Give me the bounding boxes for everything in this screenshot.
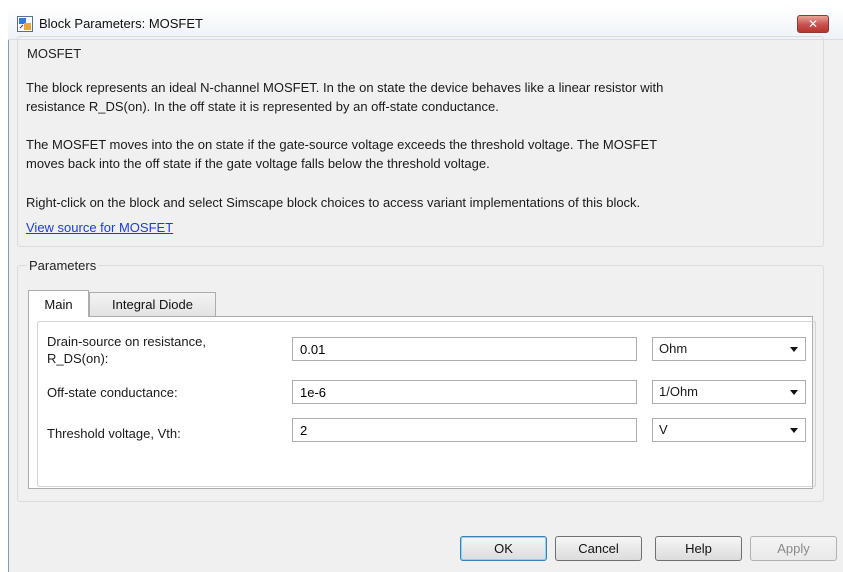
unit-value: Ohm (659, 341, 688, 356)
threshold-voltage-unit-select[interactable]: V (652, 418, 806, 442)
description-line: resistance R_DS(on). In the off state it… (26, 99, 499, 114)
apply-button[interactable]: Apply (750, 536, 837, 561)
threshold-voltage-input[interactable] (292, 418, 637, 442)
close-button[interactable]: ✕ (797, 15, 829, 33)
view-source-link[interactable]: View source for MOSFET (26, 220, 173, 235)
tab-integral-diode[interactable]: Integral Diode (89, 292, 216, 317)
chevron-down-icon (790, 428, 798, 433)
description-paragraph-3: Right-click on the block and select Sims… (26, 195, 641, 210)
description-line: The block represents an ideal N-channel … (26, 80, 664, 95)
help-button[interactable]: Help (655, 536, 742, 561)
ok-button[interactable]: OK (460, 536, 547, 561)
drain-source-resistance-input[interactable] (292, 337, 637, 361)
description-group-title: MOSFET (27, 46, 82, 61)
cancel-button[interactable]: Cancel (555, 536, 642, 561)
simulink-block-icon (17, 16, 33, 32)
unit-value: 1/Ohm (659, 384, 699, 399)
unit-value: V (659, 422, 668, 437)
label-line: Drain-source on resistance, (47, 334, 206, 349)
threshold-voltage-label: Threshold voltage, Vth: (47, 426, 181, 441)
parameters-group-title: Parameters (27, 258, 99, 273)
close-icon: ✕ (807, 17, 819, 31)
description-paragraph-1: The block represents an ideal N-channel … (26, 78, 816, 116)
off-state-conductance-input[interactable] (292, 380, 637, 404)
drain-source-resistance-unit-select[interactable]: Ohm (652, 337, 806, 361)
off-state-conductance-label: Off-state conductance: (47, 385, 178, 400)
window-title: Block Parameters: MOSFET (39, 16, 203, 31)
description-line: moves back into the off state if the gat… (26, 156, 490, 171)
off-state-conductance-unit-select[interactable]: 1/Ohm (652, 380, 806, 404)
chevron-down-icon (790, 347, 798, 352)
label-line: R_DS(on): (47, 351, 109, 366)
tab-main[interactable]: Main (28, 290, 89, 317)
description-line: The MOSFET moves into the on state if th… (26, 137, 658, 152)
drain-source-resistance-label: Drain-source on resistance, R_DS(on): (47, 333, 206, 367)
description-paragraph-2: The MOSFET moves into the on state if th… (26, 135, 816, 173)
chevron-down-icon (790, 390, 798, 395)
